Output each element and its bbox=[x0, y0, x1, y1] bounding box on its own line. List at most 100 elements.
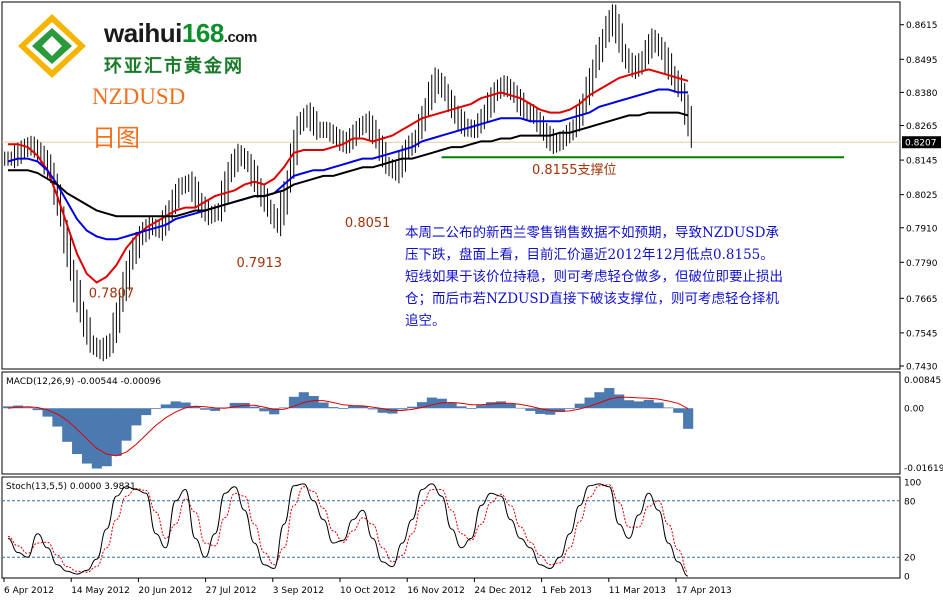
macd-bar bbox=[456, 406, 467, 409]
date-tick-label: 10 Oct 2012 bbox=[340, 586, 396, 596]
macd-bar bbox=[505, 403, 516, 409]
chart-window: { "branding": { "logo_word_main": "waihu… bbox=[0, 0, 943, 599]
macd-bar bbox=[298, 392, 309, 409]
macd-bar bbox=[446, 402, 457, 409]
logo-word-main: waihui bbox=[104, 18, 182, 48]
logo-wordmark: waihui168.com bbox=[104, 18, 257, 49]
current-price-label: 0.8207 bbox=[905, 139, 937, 149]
macd-bar bbox=[367, 408, 378, 410]
commentary-text: 本周二公布的新西兰零售销售数据不如预期，导致NZDUSD承压下跌，盘面上看，目前… bbox=[405, 225, 783, 329]
macd-bar bbox=[426, 397, 437, 409]
macd-title: MACD(12,26,9) -0.00544 -0.00096 bbox=[6, 377, 161, 387]
macd-bar bbox=[397, 408, 408, 410]
macd-bar bbox=[160, 404, 171, 409]
macd-bar bbox=[121, 408, 132, 441]
macd-bar bbox=[318, 402, 329, 409]
date-tick-label: 6 Apr 2012 bbox=[4, 586, 54, 596]
date-tick-label: 14 May 2012 bbox=[71, 586, 130, 596]
period-label: 日图 bbox=[92, 124, 140, 152]
macd-bar bbox=[200, 408, 211, 410]
macd-tick-label: 0.00845 bbox=[904, 376, 941, 386]
date-axis: 6 Apr 2012 14 May 2012 20 Jun 2012 27 Jul 2… bbox=[3, 578, 732, 596]
stochastic-lines bbox=[2, 483, 900, 577]
macd-tick-label: 0.00 bbox=[904, 405, 924, 415]
macd-bar bbox=[170, 401, 181, 409]
macd-bar bbox=[150, 408, 162, 409]
price-annotation: 0.8051 bbox=[345, 216, 391, 231]
macd-bar bbox=[683, 408, 694, 429]
symbol-label: NZDUSD bbox=[92, 84, 186, 109]
macd-bar bbox=[485, 402, 497, 409]
date-tick-label: 16 Nov 2012 bbox=[407, 586, 465, 596]
macd-bar bbox=[515, 407, 526, 409]
logo-subtitle: 环亚汇市黄金网 bbox=[104, 56, 244, 77]
price-tick-label: 0.7665 bbox=[906, 295, 938, 305]
date-tick-label: 20 Jun 2012 bbox=[138, 586, 192, 596]
macd-bar bbox=[594, 392, 605, 409]
macd-bar bbox=[249, 406, 260, 409]
date-tick-label: 11 Mar 2013 bbox=[609, 586, 666, 596]
macd-bar bbox=[101, 408, 112, 467]
date-tick-label: 1 Feb 2013 bbox=[542, 586, 592, 596]
price-tick-label: 0.8145 bbox=[906, 157, 938, 167]
price-tick-label: 0.8615 bbox=[906, 21, 938, 31]
stoch-tick-label: 0 bbox=[904, 573, 910, 583]
macd-tick-label: -0.01619 bbox=[904, 464, 943, 474]
stoch-tick-label: 20 bbox=[904, 554, 916, 564]
logo-word-domain: .com bbox=[223, 29, 258, 46]
price-tick-label: 0.7910 bbox=[906, 224, 938, 234]
macd-bar bbox=[623, 400, 635, 409]
macd-histogram bbox=[3, 388, 694, 469]
price-tick-label: 0.8265 bbox=[906, 122, 938, 132]
macd-bar bbox=[62, 408, 73, 442]
macd-bar bbox=[328, 407, 339, 409]
date-tick-label: 27 Jul 2012 bbox=[206, 586, 257, 596]
stoch-main-line bbox=[7, 483, 689, 577]
logo-icon bbox=[18, 14, 86, 78]
macd-bar bbox=[22, 407, 33, 409]
macd-bar bbox=[673, 408, 684, 413]
macd-bar bbox=[111, 408, 122, 456]
price-axis: 0.8615 0.8495 0.8380 0.8265 0.8145 0.8025 0.79… bbox=[900, 21, 941, 373]
stoch-tick-label: 100 bbox=[904, 479, 921, 489]
stoch-tick-label: 80 bbox=[904, 497, 916, 507]
macd-bar bbox=[495, 401, 506, 409]
macd-bar bbox=[141, 408, 152, 416]
price-tick-label: 0.7790 bbox=[906, 259, 938, 269]
macd-bar bbox=[338, 408, 349, 409]
price-annotation: 0.7807 bbox=[89, 286, 134, 301]
macd-bar bbox=[466, 408, 477, 409]
macd-bar bbox=[210, 408, 221, 411]
macd-bar bbox=[407, 406, 418, 409]
macd-bar bbox=[259, 408, 270, 412]
logo-word-accent: 168 bbox=[181, 18, 224, 48]
macd-bar bbox=[131, 408, 142, 426]
price-tick-label: 0.8495 bbox=[906, 56, 938, 66]
price-tick-label: 0.7545 bbox=[906, 329, 938, 339]
date-tick-label: 3 Sep 2012 bbox=[273, 586, 324, 596]
stoch-pane-frame bbox=[1, 476, 901, 579]
date-tick-label: 17 Apr 2013 bbox=[676, 586, 732, 596]
macd-bar bbox=[52, 408, 63, 427]
macd-bar bbox=[663, 407, 674, 409]
macd-bar bbox=[643, 399, 654, 409]
macd-bar bbox=[545, 408, 556, 415]
macd-bar bbox=[91, 408, 102, 469]
macd-bar bbox=[653, 402, 664, 409]
macd-bar bbox=[614, 394, 625, 409]
price-tick-label: 0.8380 bbox=[906, 89, 938, 99]
macd-bar bbox=[308, 396, 319, 409]
price-annotation: 0.7913 bbox=[237, 256, 282, 271]
price-tick-label: 0.7430 bbox=[906, 363, 938, 373]
date-tick-label: 24 Dec 2012 bbox=[474, 586, 532, 596]
stochastic-axis: 100 80 20 0 bbox=[904, 479, 921, 583]
macd-bar bbox=[633, 401, 644, 409]
support-label: 0.8155支撑位 bbox=[532, 163, 617, 178]
macd-bar bbox=[525, 408, 536, 411]
stoch-title: Stoch(13,5,5) 0.0000 3.9831 bbox=[6, 482, 136, 492]
macd-bar bbox=[348, 405, 359, 409]
macd-axis: 0.00845 0.00 -0.01619 bbox=[904, 376, 943, 474]
macd-bar bbox=[564, 408, 575, 409]
macd-bar bbox=[476, 405, 487, 409]
macd-bar bbox=[72, 408, 83, 455]
